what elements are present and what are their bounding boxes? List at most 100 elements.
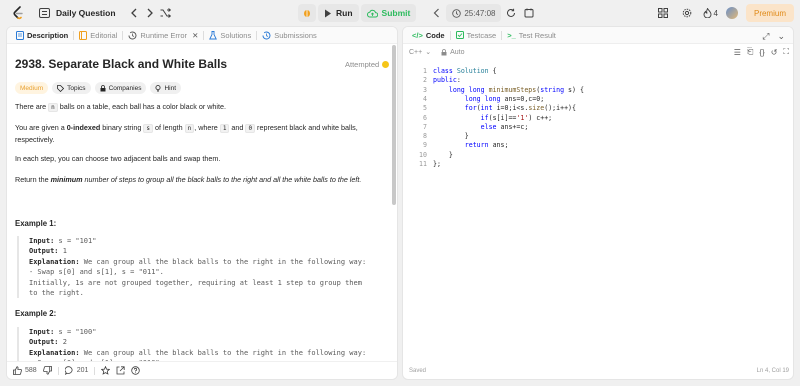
prev-problem-icon[interactable] [126, 5, 142, 21]
layout-grid-icon[interactable] [655, 5, 671, 21]
mode-label: Auto [450, 48, 465, 56]
daily-question-title[interactable]: Daily Question [56, 8, 116, 18]
reset-icon[interactable]: ↺ [771, 48, 778, 57]
p2-text-b: binary string [100, 123, 144, 132]
p2-bold: 0-indexed [66, 123, 101, 132]
checkbox-icon [455, 31, 464, 39]
favorite-button[interactable] [101, 366, 111, 375]
shuffle-icon[interactable] [158, 5, 174, 21]
output-label: Output: [29, 247, 59, 256]
explanation-label: Explanation: [29, 348, 80, 357]
topics-chip[interactable]: Topics [52, 82, 91, 94]
debug-button[interactable] [298, 4, 316, 22]
bookmark-icon[interactable]: ⎗ [747, 47, 753, 57]
line-number: 4 [423, 94, 427, 103]
thumbs-up-icon [13, 366, 22, 375]
format-icon[interactable]: ☰ [734, 48, 741, 57]
mode-indicator[interactable]: Auto [441, 48, 465, 56]
example-1-title: Example 1: [15, 219, 57, 228]
tab-testcase[interactable]: Testcase [451, 27, 502, 44]
p1-text-b: balls on a table, each ball has a color … [57, 102, 227, 111]
code-line: public: [433, 76, 461, 85]
example-1-block: Input: s = "101" Output: 1 Explanation: … [17, 236, 387, 299]
example-2-title: Example 2: [15, 309, 57, 318]
attempted-label: Attempted [345, 60, 380, 69]
tab-editorial[interactable]: Editorial [74, 27, 122, 44]
tab-code[interactable]: </> Code [407, 27, 450, 44]
p4-text-b: number of steps to group all the black b… [82, 175, 362, 184]
code-line: else ans+=c; [480, 122, 529, 131]
chevron-down-icon: ⌄ [425, 49, 432, 56]
top-bar: Daily Question Run Submit 25:47:08 4 Pre… [0, 0, 800, 26]
code-line: long long ans=0,c=0; [464, 94, 545, 103]
close-icon[interactable]: ✕ [192, 31, 198, 40]
line-number: 2 [423, 76, 427, 85]
code-line: for(int i=0;i<s.size();i++){ [464, 104, 576, 113]
companies-chip[interactable]: Companies [94, 82, 147, 94]
input-value: s = "101" [54, 237, 97, 245]
comment-icon [64, 366, 73, 375]
tab-runtime-error-label: Runtime Error [140, 30, 188, 40]
code-line: if(s[i]=='1') c++; [480, 113, 553, 122]
language-label: C++ [409, 48, 423, 56]
streak-button[interactable]: 4 [703, 5, 718, 21]
language-select[interactable]: C++ ⌄ [409, 48, 432, 57]
line-number: 3 [423, 85, 427, 94]
help-button[interactable] [131, 366, 141, 375]
settings-gear-icon[interactable] [679, 5, 695, 21]
run-button[interactable]: Run [318, 4, 359, 22]
maximize-icon[interactable]: ⤢ [762, 31, 769, 42]
next-problem-icon[interactable] [142, 5, 158, 21]
hint-chip[interactable]: Hint [150, 82, 182, 94]
like-button[interactable]: 588 [13, 366, 37, 375]
footer-divider [57, 366, 59, 375]
problem-list-icon[interactable] [36, 5, 52, 21]
cursor-position: Ln 4, Col 19 [756, 368, 789, 374]
tab-solutions[interactable]: Solutions [204, 27, 256, 44]
submit-button[interactable]: Submit [360, 4, 417, 22]
problem-title[interactable]: 2938. Separate Black and White Balls [15, 57, 227, 71]
code-editor[interactable]: 1 2 3 4 5 6 7 8 9 10 11 class Solution {… [403, 63, 793, 363]
p2-text-g: respectively. [15, 135, 55, 144]
collapse-timer-icon[interactable] [428, 5, 444, 21]
notes-icon[interactable] [521, 5, 537, 21]
avatar[interactable] [725, 7, 738, 19]
description-scrollbar[interactable] [392, 45, 396, 205]
line-number: 1 [423, 67, 427, 75]
tab-runtime-error[interactable]: Runtime Error ✕ [123, 27, 203, 44]
tab-submissions[interactable]: Submissions [257, 27, 322, 44]
output-value: 2 [58, 338, 67, 347]
difficulty-badge: Medium [15, 82, 49, 94]
p4-bold: minimum [50, 175, 83, 184]
minimize-icon[interactable]: ⌄ [777, 31, 785, 42]
leetcode-logo-icon[interactable] [12, 6, 24, 20]
attempted-status: Attempted [345, 60, 390, 69]
line-number: 6 [423, 113, 427, 122]
comments-button[interactable]: 201 [64, 366, 88, 375]
line-number: 11 [419, 160, 427, 168]
premium-button[interactable]: Premium [745, 4, 794, 22]
dislike-button[interactable] [42, 366, 52, 375]
description-tabs: Description Editorial Runtime Error ✕ So… [7, 27, 397, 44]
saved-status: Saved [409, 368, 427, 374]
braces-icon[interactable]: {} [759, 48, 764, 57]
terminal-icon: >_ [507, 30, 516, 40]
tab-description-label: Description [27, 30, 69, 40]
fullscreen-icon[interactable]: ⛶ [783, 47, 789, 57]
code-brackets-icon: </> [412, 30, 423, 40]
description-paragraph-3: In each step, you can choose two adjacen… [15, 154, 221, 163]
thumbs-down-icon [42, 366, 52, 375]
description-paragraph-4: Return the minimum number of steps to gr… [15, 174, 383, 185]
timer[interactable]: 25:47:08 [446, 4, 502, 22]
tab-description[interactable]: Description [11, 27, 73, 44]
reset-timer-icon[interactable] [503, 5, 519, 21]
cloud-upload-icon [366, 9, 378, 17]
share-button[interactable] [116, 366, 125, 375]
tab-test-result[interactable]: >_ Test Result [502, 27, 561, 44]
like-count: 588 [25, 367, 37, 374]
run-label: Run [336, 8, 353, 18]
fire-icon [703, 8, 711, 18]
tab-submissions-label: Submissions [274, 30, 317, 40]
description-footer: 588 201 [7, 361, 397, 379]
p4-text-a: Return the [15, 175, 51, 184]
